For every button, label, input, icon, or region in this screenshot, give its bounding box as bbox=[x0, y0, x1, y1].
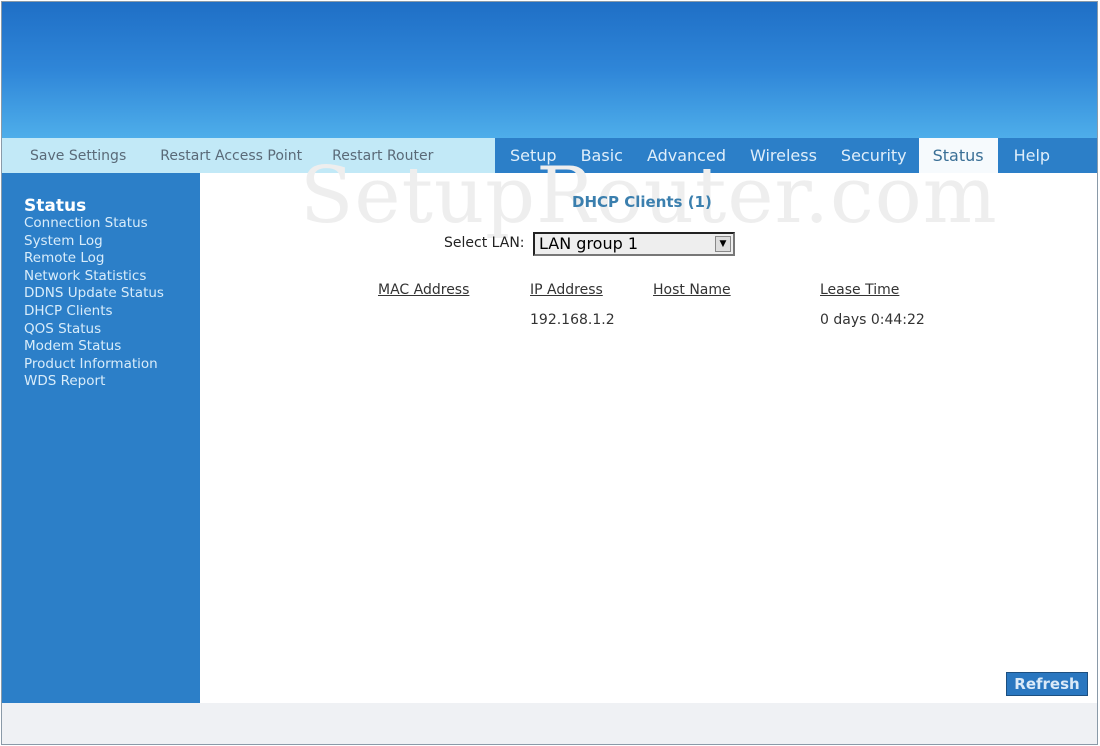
column-header-ip: IP Address bbox=[530, 282, 603, 298]
header-banner bbox=[2, 2, 1097, 138]
tab-help[interactable]: Help bbox=[998, 138, 1062, 173]
page-title: DHCP Clients (1) bbox=[572, 193, 712, 211]
select-lan-label: Select LAN: bbox=[444, 235, 525, 251]
sidebar-item-connection-status[interactable]: Connection Status bbox=[24, 215, 200, 233]
column-header-mac: MAC Address bbox=[378, 282, 470, 298]
sidebar-item-ddns-update-status[interactable]: DDNS Update Status bbox=[24, 285, 200, 303]
lan-select-value: LAN group 1 bbox=[539, 234, 639, 253]
sidebar-item-system-log[interactable]: System Log bbox=[24, 233, 200, 251]
footer bbox=[2, 703, 1097, 744]
sidebar-item-modem-status[interactable]: Modem Status bbox=[24, 338, 200, 356]
column-header-lease: Lease Time bbox=[820, 282, 900, 298]
router-admin-page: Save Settings Restart Access Point Resta… bbox=[1, 1, 1098, 745]
sidebar-item-product-information[interactable]: Product Information bbox=[24, 356, 200, 374]
sidebar-item-wds-report[interactable]: WDS Report bbox=[24, 373, 200, 391]
sidebar: Status Connection Status System Log Remo… bbox=[2, 173, 200, 703]
chevron-down-icon[interactable]: ▼ bbox=[715, 236, 731, 252]
column-header-host: Host Name bbox=[653, 282, 731, 298]
sidebar-item-network-statistics[interactable]: Network Statistics bbox=[24, 268, 200, 286]
cell-lease: 0 days 0:44:22 bbox=[820, 312, 925, 328]
refresh-button[interactable]: Refresh bbox=[1006, 672, 1088, 696]
lan-select[interactable]: LAN group 1 ▼ bbox=[533, 232, 735, 256]
sidebar-item-qos-status[interactable]: QOS Status bbox=[24, 321, 200, 339]
main-content: SetupRouter.com DHCP Clients (1) Select … bbox=[200, 151, 1097, 703]
restart-access-point-button[interactable]: Restart Access Point bbox=[126, 148, 302, 164]
save-settings-button[interactable]: Save Settings bbox=[2, 148, 126, 164]
sidebar-item-dhcp-clients[interactable]: DHCP Clients bbox=[24, 303, 200, 321]
sidebar-item-remote-log[interactable]: Remote Log bbox=[24, 250, 200, 268]
sidebar-heading: Status bbox=[24, 196, 87, 216]
cell-ip: 192.168.1.2 bbox=[530, 312, 615, 328]
